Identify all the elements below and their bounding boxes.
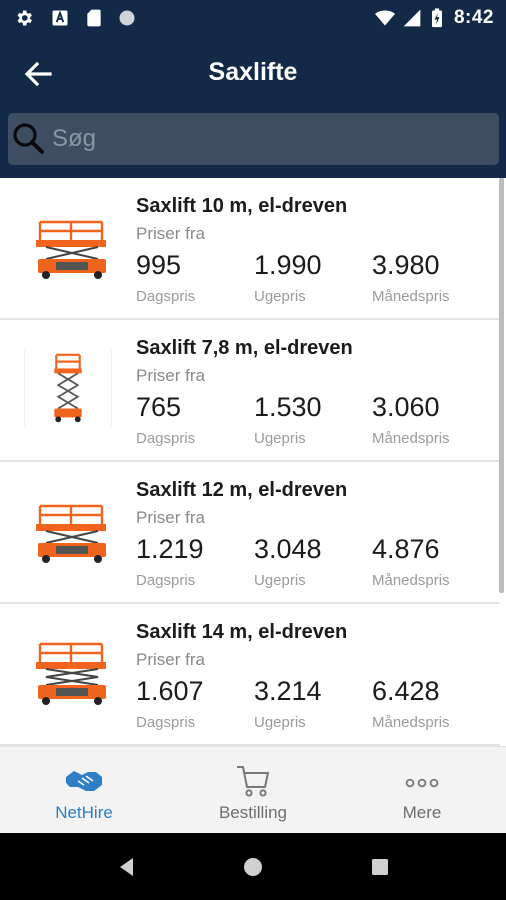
week-price-label: Ugepris <box>254 714 306 731</box>
list-scrollbar[interactable] <box>499 178 504 593</box>
week-price: 1.530 <box>254 392 322 422</box>
month-price-label: Månedspris <box>372 714 450 731</box>
search-bar <box>0 112 506 178</box>
week-price: 1.990 <box>254 250 322 280</box>
day-price-label: Dagspris <box>136 572 196 589</box>
scissor-lift-image <box>36 220 106 279</box>
settings-gear-icon <box>17 10 32 26</box>
tab-label: Bestilling <box>218 803 288 822</box>
day-price: 765 <box>136 392 182 422</box>
notification-a-icon <box>52 10 68 26</box>
week-price-label: Ugepris <box>254 430 306 447</box>
product-card[interactable]: Saxlift 10 m, el-dreven Priser fra 995 1… <box>0 178 500 320</box>
system-nav-bar <box>0 833 506 900</box>
product-name: Saxlift 10 m, el-dreven <box>136 195 348 217</box>
nav-home-icon[interactable] <box>241 855 265 879</box>
product-card[interactable]: Saxlift 14 m, el-dreven Priser fra 1.607… <box>0 604 500 746</box>
status-bar: 8:42 <box>0 0 506 36</box>
search-box[interactable] <box>8 113 499 165</box>
scissor-lift-image <box>24 350 112 426</box>
circle-status-icon <box>119 10 135 26</box>
week-price-label: Ugepris <box>254 288 306 305</box>
handshake-icon <box>66 771 102 791</box>
product-name: Saxlift 7,8 m, el-dreven <box>136 337 353 359</box>
month-price: 4.876 <box>372 534 440 564</box>
battery-charging-icon <box>432 8 442 28</box>
tab-label: Mere <box>402 803 442 822</box>
month-price-label: Månedspris <box>372 572 450 589</box>
scissor-lift-image <box>36 504 106 563</box>
sd-card-icon <box>87 9 101 27</box>
status-time: 8:42 <box>453 7 494 28</box>
day-price: 1.219 <box>136 534 204 564</box>
price-from-label: Priser fra <box>136 366 205 385</box>
tab-nethire[interactable]: NetHire <box>0 747 168 834</box>
month-price: 6.428 <box>372 676 440 706</box>
product-card[interactable]: Saxlift 12 m, el-dreven Priser fra 1.219… <box>0 462 500 604</box>
product-list: Saxlift 10 m, el-dreven Priser fra 995 1… <box>0 178 506 746</box>
nav-back-icon[interactable] <box>115 855 139 879</box>
month-price: 3.980 <box>372 250 440 280</box>
day-price-label: Dagspris <box>136 714 196 731</box>
search-icon <box>13 123 44 154</box>
price-from-label: Priser fra <box>136 508 205 527</box>
scissor-lift-image <box>36 642 106 705</box>
nav-recents-icon[interactable] <box>368 855 392 879</box>
week-price: 3.214 <box>254 676 322 706</box>
week-price-label: Ugepris <box>254 572 306 589</box>
more-dots-icon <box>405 778 439 788</box>
day-price: 995 <box>136 250 182 280</box>
month-price-label: Månedspris <box>372 430 450 447</box>
tab-bestilling[interactable]: Bestilling <box>169 747 337 834</box>
bottom-tab-bar: NetHire Bestilling Mere <box>0 746 506 833</box>
tab-label: NetHire <box>55 803 113 822</box>
price-from-label: Priser fra <box>136 224 205 243</box>
price-from-label: Priser fra <box>136 650 205 669</box>
day-price: 1.607 <box>136 676 204 706</box>
cart-icon <box>237 766 269 797</box>
cell-signal-icon <box>403 9 421 27</box>
page-title: Saxlifte <box>208 58 298 86</box>
product-name: Saxlift 14 m, el-dreven <box>136 621 348 643</box>
search-input[interactable] <box>52 121 482 157</box>
day-price-label: Dagspris <box>136 430 196 447</box>
week-price: 3.048 <box>254 534 322 564</box>
month-price: 3.060 <box>372 392 440 422</box>
wifi-icon <box>375 10 395 26</box>
day-price-label: Dagspris <box>136 288 196 305</box>
tab-mere[interactable]: Mere <box>338 747 506 834</box>
product-card[interactable]: Saxlift 7,8 m, el-dreven Priser fra 765 … <box>0 320 500 462</box>
month-price-label: Månedspris <box>372 288 450 305</box>
app-bar: Saxlifte <box>0 36 506 112</box>
product-name: Saxlift 12 m, el-dreven <box>136 479 348 501</box>
